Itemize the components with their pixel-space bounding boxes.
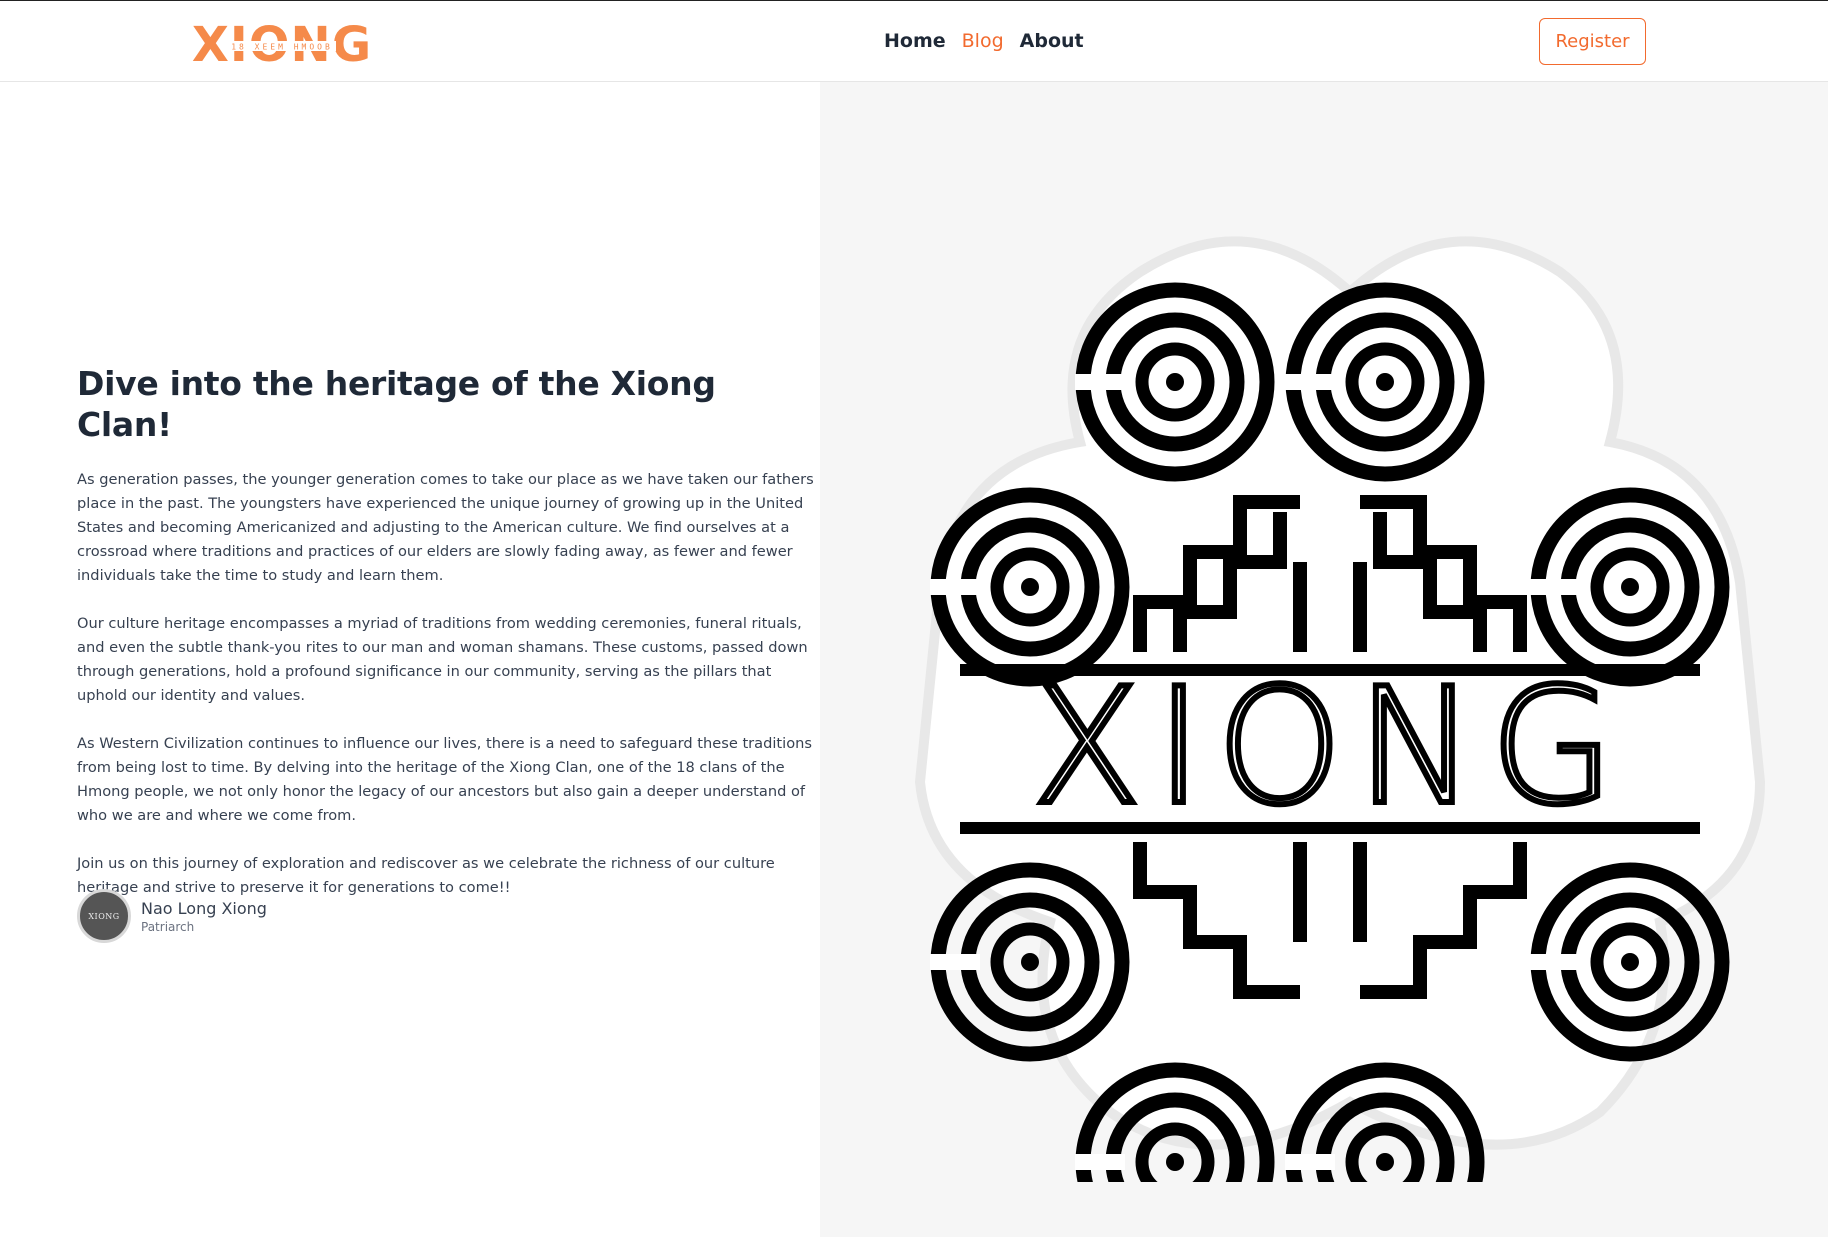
main-content: XIONG Dive into the heritage of the Xion… <box>0 82 1828 1237</box>
author-block: XIONG Nao Long Xiong Patriarch <box>77 889 267 943</box>
logo-icon: XIONG 18 XEEM HMOOB <box>192 21 371 67</box>
emblem-wordmark: XIONG <box>1032 653 1628 840</box>
nav-blog[interactable]: Blog <box>962 30 1004 52</box>
author-role: Patriarch <box>141 919 195 934</box>
register-button[interactable]: Register <box>1539 18 1646 65</box>
avatar: XIONG <box>77 889 131 943</box>
author-info: Nao Long Xiong Patriarch <box>141 899 267 934</box>
logo-subtext: 18 XEEM HMOOB <box>231 43 333 52</box>
nav-about[interactable]: About <box>1020 30 1084 52</box>
author-name: Nao Long Xiong <box>141 898 267 918</box>
page-title: Dive into the heritage of the Xiong Clan… <box>77 364 716 445</box>
intro-paragraph-1: As generation passes, the younger genera… <box>77 470 814 584</box>
hero-content: Dive into the heritage of the Xiong Clan… <box>77 363 817 924</box>
emblem-panel: XIONG <box>820 82 1828 1237</box>
nav-home[interactable]: Home <box>884 30 946 52</box>
site-logo[interactable]: XIONG 18 XEEM HMOOB <box>192 21 372 67</box>
intro-paragraph-2: Our culture heritage encompasses a myria… <box>77 614 808 704</box>
intro-paragraph-3: As Western Civilization continues to inf… <box>77 734 812 824</box>
xiong-clan-emblem-icon: XIONG <box>914 236 1766 1182</box>
avatar-text: XIONG <box>88 911 120 921</box>
main-nav: Home Blog About <box>884 30 1084 52</box>
site-header: XIONG 18 XEEM HMOOB Home Blog About Regi… <box>0 1 1828 82</box>
